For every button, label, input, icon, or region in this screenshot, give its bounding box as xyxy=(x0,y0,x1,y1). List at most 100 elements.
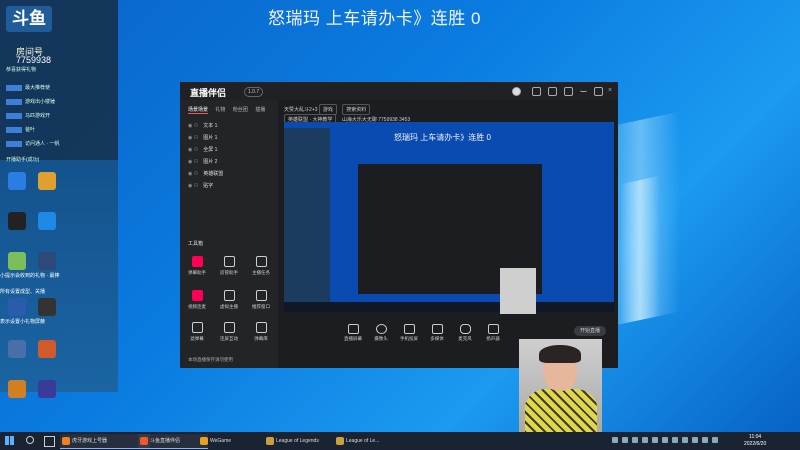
volume-icon[interactable] xyxy=(702,437,708,443)
taskbar-app[interactable]: 虎牙游戏上号器 xyxy=(60,434,150,449)
douyu-logo: 斗鱼 xyxy=(6,6,52,32)
tray-icon[interactable] xyxy=(622,437,628,443)
lol-icon xyxy=(336,437,344,445)
tray-icon[interactable] xyxy=(642,437,648,443)
desktop-note: 所有设置成型、关播 xyxy=(0,289,46,295)
system-clock[interactable]: 11:04 2022/6/20 xyxy=(744,434,766,448)
app-icon[interactable] xyxy=(8,380,26,398)
message-icon[interactable] xyxy=(548,87,557,96)
avatar[interactable] xyxy=(512,87,521,96)
word-icon[interactable] xyxy=(8,298,26,316)
tray-icon[interactable] xyxy=(672,437,678,443)
app-icon[interactable] xyxy=(38,252,56,270)
tray-icon[interactable] xyxy=(662,437,668,443)
tab-gifts[interactable]: 礼物 xyxy=(215,107,225,113)
chat-message: 爸叶 xyxy=(6,126,35,133)
lol-icon xyxy=(266,437,274,445)
scene-item[interactable]: ◉ ⚇ 图片 1 xyxy=(188,134,217,141)
scene-panel: 场景场景 礼物 粉丝团 插播 ◉ ⚇ 文本 1 ◉ ⚇ 图片 1 ◉ ⚇ 全屏 1 ◉… xyxy=(180,100,278,368)
preview-taskbar xyxy=(284,302,614,312)
app-icon[interactable] xyxy=(38,340,56,358)
room-number: 7759938 xyxy=(16,55,52,65)
recommend-icon xyxy=(255,290,267,301)
app-icon[interactable] xyxy=(8,340,26,358)
ie-icon[interactable] xyxy=(8,172,26,190)
maximize-icon[interactable] xyxy=(594,87,603,96)
tray-icon[interactable] xyxy=(682,437,688,443)
preview-webcam xyxy=(500,268,536,314)
settings-icon[interactable] xyxy=(532,87,541,96)
video-link-icon xyxy=(191,290,203,301)
tab-scenes[interactable]: 场景场景 xyxy=(188,107,209,114)
taskbar-app[interactable]: WeGame xyxy=(198,434,272,448)
desktop-light-glow-inner xyxy=(620,175,660,325)
link-screen-icon xyxy=(223,322,235,333)
microphone-icon xyxy=(459,324,471,334)
task-view-icon[interactable] xyxy=(44,436,55,447)
tool-recommend[interactable]: 推荐窗口 xyxy=(248,290,274,310)
tool-danmaku-lib[interactable]: 弹幕库 xyxy=(248,322,274,342)
wegame-icon xyxy=(200,437,208,445)
microphone-button[interactable]: 麦克风 xyxy=(452,324,478,342)
start-stream-button[interactable]: 开始直播 xyxy=(574,326,606,336)
folder-icon[interactable] xyxy=(38,172,56,190)
media-button[interactable]: 多媒体 xyxy=(424,324,450,342)
windows-start-icon[interactable] xyxy=(5,436,14,445)
phone-cast-button[interactable]: 手机投屏 xyxy=(396,324,422,342)
window-titlebar: 直播伴侣 1.0.7 × xyxy=(180,82,618,100)
app-icon[interactable] xyxy=(38,298,56,316)
scene-item[interactable]: ◉ ⚇ 贴字 xyxy=(188,182,213,189)
tool-admin[interactable]: 房管助手 xyxy=(216,256,242,276)
scene-item[interactable]: ◉ ⚇ 文本 1 xyxy=(188,122,217,129)
qq-icon[interactable] xyxy=(8,212,26,230)
preview-banner: 怒瑞玛 上车请办卡》连胜 0 xyxy=(394,133,491,142)
tool-danmaku[interactable]: 弹幕助手 xyxy=(184,256,210,276)
app-name: 直播伴侣 xyxy=(190,88,227,98)
speaker-button[interactable]: 扬声器 xyxy=(480,324,506,342)
camera-button[interactable]: 摄像头 xyxy=(368,324,394,342)
tray-icon[interactable] xyxy=(612,437,618,443)
tool-video-link[interactable]: 视频连麦 xyxy=(184,290,210,310)
stream-banner: 怒瑞玛 上车请办卡》连胜 0 xyxy=(268,9,481,28)
tray-icon[interactable] xyxy=(632,437,638,443)
tray-icon[interactable] xyxy=(652,437,658,443)
chat-notice: 恭喜获得礼物 xyxy=(6,67,37,73)
taskbar-app[interactable]: League of Legends xyxy=(264,434,342,448)
chat-left-note: 开播助手(成功) xyxy=(6,157,40,163)
screen-capture-button[interactable]: 直播屏幕 xyxy=(340,324,366,342)
scene-item[interactable]: ◉ ⚇ 全屏 1 xyxy=(188,146,217,153)
tool-virtual-anchor[interactable]: 虚拟主播 xyxy=(216,290,242,310)
network-icon[interactable] xyxy=(692,437,698,443)
close-icon[interactable]: × xyxy=(608,87,615,94)
taskbar-app[interactable]: League of Le... xyxy=(334,434,404,448)
tab-fans[interactable]: 粉丝团 xyxy=(233,107,248,113)
scene-item[interactable]: ◉ ⚇ 图片 2 xyxy=(188,158,217,165)
danmaku-icon xyxy=(191,256,203,267)
chat-message: 游戏出小楼锤 xyxy=(6,98,55,105)
speaker-icon xyxy=(487,324,499,334)
douyu-icon xyxy=(140,437,148,445)
bottom-hint: 本场直播保存请勿使用 xyxy=(188,357,233,362)
app-icon[interactable] xyxy=(38,380,56,398)
admin-icon xyxy=(223,256,235,267)
streaming-app-window: 直播伴侣 1.0.7 × 场景场景 礼物 粉丝团 插播 ◉ ⚇ 文本 1 ◉ ⚇ 图… xyxy=(180,82,618,368)
tool-task[interactable]: 主播任务 xyxy=(248,256,274,276)
menu-icon[interactable] xyxy=(564,87,573,96)
tool-filter[interactable]: 滤弹幕 xyxy=(184,322,210,342)
desktop-note: 表示设置小礼物屏蔽 xyxy=(0,319,46,325)
ime-icon[interactable] xyxy=(712,437,718,443)
filter-icon xyxy=(191,322,203,333)
tools-title: 工具箱 xyxy=(188,241,204,247)
edge-icon[interactable] xyxy=(38,212,56,230)
minimize-icon[interactable] xyxy=(580,87,587,92)
chat-message: 访问通人 · 一帆 xyxy=(6,140,59,147)
tool-link-screen[interactable]: 连屏互动 xyxy=(216,322,242,342)
game-icon[interactable] xyxy=(8,252,26,270)
danmaku-lib-icon xyxy=(255,322,267,333)
scene-item[interactable]: ◉ ⚇ 英雄联盟 xyxy=(188,170,223,177)
desktop-note: 小提示会收到的礼物 · 最棒 xyxy=(0,273,60,279)
chat-panel: 斗鱼 房间号 7759938 恭喜获得礼物 最大推荐使 游戏出小楼锤 马匹游戏开… xyxy=(0,0,118,398)
tab-insert[interactable]: 插播 xyxy=(255,107,265,113)
windows-taskbar: 虎牙游戏上号器 斗鱼直播伴侣 WeGame League of Legends … xyxy=(0,432,800,450)
search-icon[interactable] xyxy=(26,436,34,444)
